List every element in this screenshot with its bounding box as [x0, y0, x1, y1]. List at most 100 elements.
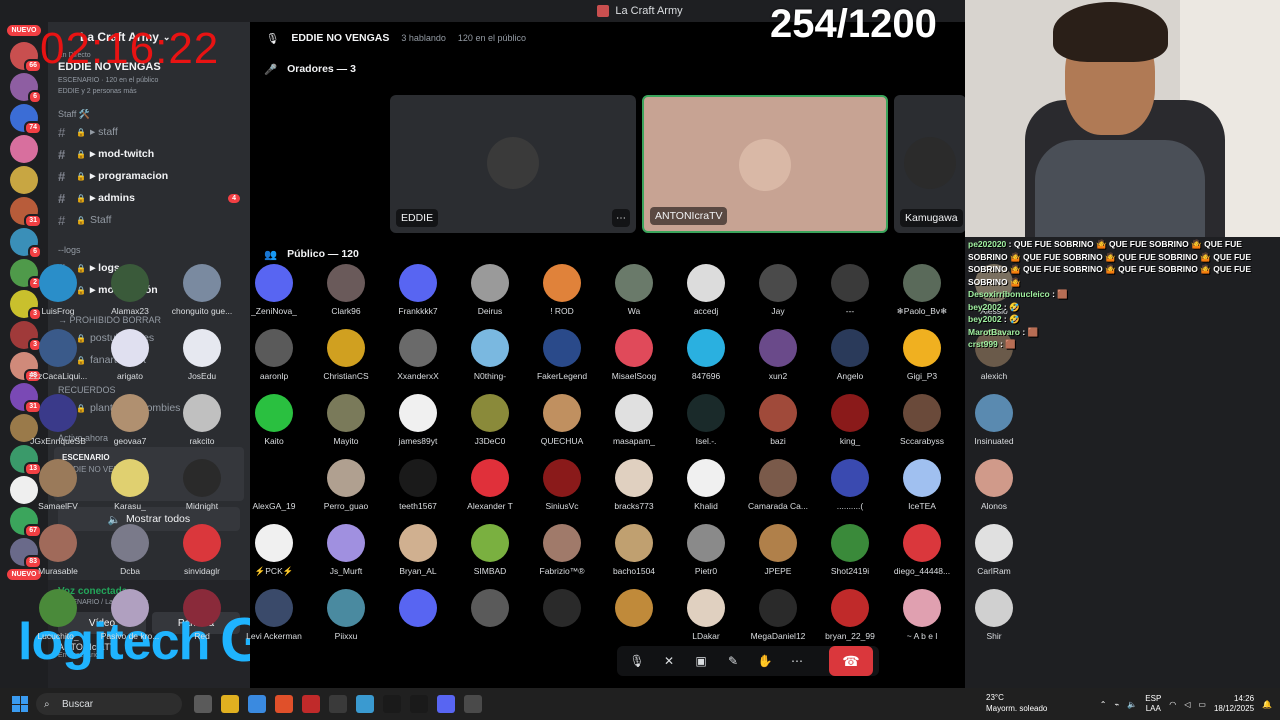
capcut-icon[interactable] [383, 695, 401, 713]
audience-member[interactable]: Bryan_AL [382, 518, 454, 583]
audience-member[interactable]: CarlRam [958, 518, 1030, 583]
audience-member[interactable]: ZzzCacaLiqui... [22, 323, 94, 388]
audience-member[interactable]: Sccarabyss [886, 388, 958, 453]
audience-member[interactable]: QUECHUA [526, 388, 598, 453]
audience-member[interactable]: chonguito gue... [166, 258, 238, 323]
x-icon[interactable] [410, 695, 428, 713]
audience-member[interactable]: Wa [598, 258, 670, 323]
disconnect-button[interactable]: ☎ [829, 646, 873, 676]
audience-member[interactable]: aaronlp [238, 323, 310, 388]
weather-widget[interactable]: 23°C Mayorm. soleado [972, 692, 1047, 714]
audience-member[interactable] [454, 583, 526, 648]
server-icon[interactable]: 6 [10, 228, 42, 259]
notepad-icon[interactable] [356, 695, 374, 713]
audience-member[interactable]: Midnight [166, 453, 238, 518]
audience-member[interactable]: IceTEA [886, 453, 958, 518]
audience-member[interactable]: ..........( [814, 453, 886, 518]
audience-member[interactable]: --- [814, 258, 886, 323]
audience-member[interactable]: XxanderxX [382, 323, 454, 388]
audience-member[interactable]: Mayito [310, 388, 382, 453]
audience-member[interactable]: Red [166, 583, 238, 648]
audience-member[interactable]: Lucuchito_ [22, 583, 94, 648]
audience-member[interactable]: Frankkkk7 [382, 258, 454, 323]
audience-member[interactable]: Dcba [94, 518, 166, 583]
audience-member[interactable]: bazi [742, 388, 814, 453]
audience-member[interactable]: Jay [742, 258, 814, 323]
category-header[interactable]: Staff 🛠️ [48, 107, 250, 121]
audience-member[interactable]: masapam_ [598, 388, 670, 453]
audience-member[interactable]: SiniusVc [526, 453, 598, 518]
audience-member[interactable]: FakerLegend [526, 323, 598, 388]
discord-icon[interactable] [437, 695, 455, 713]
audience-member[interactable]: AlexGA_19 [238, 453, 310, 518]
notification-bell-icon[interactable]: 🔔 [1262, 700, 1272, 709]
audience-member[interactable]: Kaito [238, 388, 310, 453]
audience-member[interactable]: 847696 [670, 323, 742, 388]
obs-icon[interactable] [329, 695, 347, 713]
audience-member[interactable]: diego_44448... [886, 518, 958, 583]
audience-member[interactable]: bracks773 [598, 453, 670, 518]
audience-member[interactable]: Khalid [670, 453, 742, 518]
audience-member[interactable] [598, 583, 670, 648]
audience-member[interactable]: rakcito [166, 388, 238, 453]
audience-member[interactable]: LuisFrog [22, 258, 94, 323]
battery-icon[interactable]: ▭ [1198, 700, 1206, 709]
mic-button[interactable]: 🎙 [623, 649, 651, 673]
audience-member[interactable]: Perro_guao [310, 453, 382, 518]
audience-member[interactable]: Camarada Ca... [742, 453, 814, 518]
network-icon[interactable]: ⌁ [1114, 700, 1119, 709]
audience-member[interactable]: Alamax23 [94, 258, 166, 323]
audience-member[interactable]: Shot2419i [814, 518, 886, 583]
audience-member[interactable]: king_ [814, 388, 886, 453]
audience-member[interactable]: bryan_22_99 [814, 583, 886, 648]
audience-member[interactable]: Levi Ackerman [238, 583, 310, 648]
more-icon[interactable]: ⋯ [612, 209, 630, 227]
channel-item[interactable]: # 🔒 ▸ admins 4 [48, 187, 250, 209]
audience-member[interactable]: MisaelSoog [598, 323, 670, 388]
audience-member[interactable]: Murasable [22, 518, 94, 583]
audience-member[interactable]: bacho1504 [598, 518, 670, 583]
audience-member[interactable]: Alexander T [454, 453, 526, 518]
speaker-tile[interactable]: EDDIE ⋯ [390, 95, 636, 233]
channel-item[interactable]: # 🔒 ▸ programacion [48, 165, 250, 187]
app-icon[interactable] [302, 695, 320, 713]
calculator-icon[interactable] [464, 695, 482, 713]
audience-member[interactable]: arigato [94, 323, 166, 388]
audience-member[interactable] [526, 583, 598, 648]
camera-off-button[interactable]: ✕ [655, 649, 683, 673]
channel-item[interactable]: # 🔒 ▸ mod-twitch [48, 143, 250, 165]
audience-member[interactable]: J3DeC0 [454, 388, 526, 453]
more-options-button[interactable]: ⋯ [783, 649, 811, 673]
audience-member[interactable]: ~ A b e l [886, 583, 958, 648]
audience-member[interactable]: james89yt [382, 388, 454, 453]
audience-member[interactable]: ChristianCS [310, 323, 382, 388]
speaker-tile[interactable]: ANTONIcraTV [642, 95, 888, 233]
audience-member[interactable]: SamaelFV [22, 453, 94, 518]
invite-button[interactable]: ✎ [719, 649, 747, 673]
audience-member[interactable]: Gigi_P3 [886, 323, 958, 388]
channel-item[interactable]: # 🔒 ▸ staff [48, 121, 250, 143]
audience-member[interactable]: _ZeniNova_ [238, 258, 310, 323]
audience-member[interactable]: Isel.-. [670, 388, 742, 453]
audience-member[interactable]: sinvidaglr [166, 518, 238, 583]
audience-member[interactable]: Deirus [454, 258, 526, 323]
volume-icon[interactable]: 🔈 [1127, 700, 1137, 709]
audience-member[interactable]: SIMBAD [454, 518, 526, 583]
server-icon[interactable]: 6 [10, 73, 42, 104]
audience-member[interactable]: Shir [958, 583, 1030, 648]
audience-member[interactable]: Karasu_ [94, 453, 166, 518]
chevron-up-icon[interactable]: ⌃ [1100, 700, 1107, 709]
audience-member[interactable]: JPEPE [742, 518, 814, 583]
wifi-icon[interactable]: ◠ [1169, 700, 1176, 709]
audience-member[interactable]: JosEdu [166, 323, 238, 388]
audience-member[interactable]: Pasivo de kro... [94, 583, 166, 648]
server-icon[interactable] [10, 166, 38, 194]
audience-member[interactable]: Insinuated [958, 388, 1030, 453]
audience-member[interactable] [382, 583, 454, 648]
audience-member[interactable]: ⚡PCK⚡ [238, 518, 310, 583]
audience-member[interactable]: Angelo [814, 323, 886, 388]
audience-member[interactable]: ! ROD [526, 258, 598, 323]
task-view-icon[interactable] [194, 695, 212, 713]
audience-member[interactable]: Fabrizio™® [526, 518, 598, 583]
server-icon[interactable]: 74 [10, 104, 42, 135]
